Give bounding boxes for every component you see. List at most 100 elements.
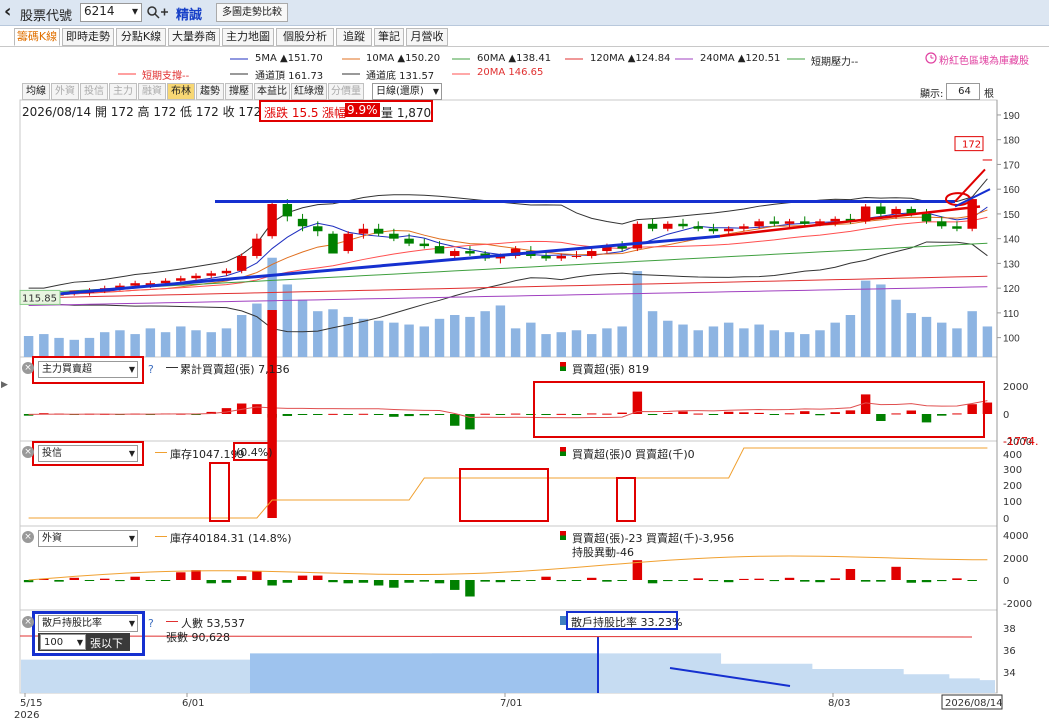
foreign-bar bbox=[495, 580, 506, 583]
search-add-icon[interactable] bbox=[146, 5, 170, 21]
chevron-down-icon[interactable]: ▼ bbox=[129, 362, 135, 377]
panel-close-icon[interactable]: × bbox=[22, 446, 34, 458]
tab-0[interactable]: 籌碼K線 bbox=[14, 28, 60, 46]
trust-select[interactable]: 投信 ▼ bbox=[38, 445, 138, 462]
trust-highlight-box-2 bbox=[459, 468, 549, 522]
foreign-bar bbox=[54, 580, 64, 582]
trust-inventory-pct: (0.4%) bbox=[236, 446, 273, 459]
ma240-line bbox=[28, 286, 988, 306]
foreign-net-swatch bbox=[560, 531, 566, 540]
stock-code-dropdown-icon[interactable]: ▾ bbox=[132, 4, 138, 19]
chevron-down-icon[interactable]: ▼ bbox=[433, 84, 439, 99]
tab-1[interactable]: 即時走勢 bbox=[62, 28, 114, 46]
foreign-bar bbox=[769, 580, 780, 582]
foreign-bar bbox=[617, 580, 627, 581]
panel-close-icon[interactable]: × bbox=[22, 616, 34, 628]
foreign-bar bbox=[815, 580, 825, 583]
axis-tick: 2000 bbox=[1003, 382, 1028, 393]
main-force-bar bbox=[373, 414, 384, 415]
foreign-bar bbox=[297, 575, 308, 580]
foreign-select[interactable]: 外資 ▼ bbox=[38, 530, 138, 547]
tab-3[interactable]: 大量券商 bbox=[168, 28, 220, 46]
main-force-select[interactable]: 主力買賣超 ▼ bbox=[38, 361, 138, 378]
chart-option-3[interactable]: 主力 bbox=[109, 83, 137, 100]
trust-net-label: 買賣超(張)0 買賣超(千)0 bbox=[572, 448, 695, 461]
volume-bar bbox=[617, 326, 627, 357]
foreign-swatch bbox=[155, 536, 167, 537]
candle-body bbox=[313, 226, 323, 232]
axis-tick: 100 bbox=[1003, 497, 1022, 508]
foreign-bar bbox=[69, 577, 79, 580]
back-icon[interactable]: ‹ bbox=[4, 1, 11, 22]
tab-6[interactable]: 追蹤 bbox=[336, 28, 372, 46]
compare-button[interactable]: 多圖走勢比較 bbox=[216, 3, 288, 22]
support-trendline bbox=[39, 234, 721, 298]
tab-8[interactable]: 月營收 bbox=[406, 28, 448, 46]
candle-body bbox=[297, 218, 308, 227]
help-icon: ? bbox=[148, 617, 154, 630]
candle-body bbox=[236, 255, 247, 271]
foreign-bar bbox=[221, 580, 232, 583]
tab-7[interactable]: 筆記 bbox=[374, 28, 404, 46]
chart-option-8[interactable]: 本益比 bbox=[254, 83, 290, 100]
collapse-arrow-icon[interactable]: ▶ bbox=[1, 380, 8, 390]
retail-threshold-select[interactable]: 100 ▼ bbox=[40, 634, 86, 650]
chart-option-9[interactable]: 紅綠燈 bbox=[291, 83, 327, 100]
stock-code-input[interactable]: 6214 ▾ bbox=[80, 3, 142, 22]
foreign-bar bbox=[404, 580, 414, 583]
price-tick: 190 bbox=[1003, 111, 1020, 122]
panel-frame-3 bbox=[19, 525, 998, 611]
candle-body bbox=[358, 228, 369, 234]
ma20-swatch bbox=[452, 73, 470, 75]
candle-body bbox=[586, 251, 597, 256]
retail-ratio-swatch bbox=[560, 616, 566, 625]
chart-option-4[interactable]: 融資 bbox=[138, 83, 166, 100]
period-select[interactable]: 日線(還原) ▼ bbox=[372, 83, 442, 100]
tab-4[interactable]: 主力地圖 bbox=[222, 28, 274, 46]
chart-option-5[interactable]: 布林 bbox=[167, 83, 195, 100]
chart-option-6[interactable]: 趨勢 bbox=[196, 83, 224, 100]
main-force-bar bbox=[389, 414, 399, 417]
retail-select[interactable]: 散戶持股比率 ▼ bbox=[38, 615, 138, 632]
chart-option-10[interactable]: 分價量 bbox=[328, 83, 364, 100]
volume-bar bbox=[723, 322, 734, 357]
panel-close-icon[interactable]: × bbox=[22, 362, 34, 374]
axis-tick: 38 bbox=[1003, 624, 1016, 635]
volume-bar bbox=[876, 284, 886, 357]
ma-legend: 5MA ▲151.70 10MA ▲150.20 60MA ▲138.41 12… bbox=[0, 48, 1049, 82]
chevron-down-icon[interactable]: ▼ bbox=[129, 446, 135, 461]
candle-body bbox=[739, 226, 749, 229]
candle-body bbox=[389, 233, 399, 239]
foreign-bar bbox=[845, 569, 856, 580]
volume-bar bbox=[891, 299, 901, 357]
display-count-input[interactable]: 64 bbox=[946, 83, 980, 100]
axis-tick: 0 bbox=[1003, 576, 1009, 587]
price-tick: 100 bbox=[1003, 334, 1020, 345]
chart-option-2[interactable]: 投信 bbox=[80, 83, 108, 100]
foreign-bar bbox=[541, 576, 551, 580]
volume-bar bbox=[526, 322, 536, 357]
chevron-down-icon[interactable]: ▼ bbox=[77, 635, 83, 650]
short-pressure-label: 短期壓力-- bbox=[811, 57, 859, 68]
volume-bar bbox=[678, 324, 688, 357]
chart-option-1[interactable]: 外資 bbox=[51, 83, 79, 100]
chart-option-7[interactable]: 撐壓 bbox=[225, 83, 253, 100]
volume-bar bbox=[450, 315, 460, 357]
foreign-bar bbox=[906, 580, 917, 583]
panel-close-icon[interactable]: × bbox=[22, 531, 34, 543]
quote-change: 漲跌 15.5 bbox=[264, 106, 319, 120]
tab-2[interactable]: 分點K線 bbox=[116, 28, 166, 46]
candle-body bbox=[176, 278, 186, 281]
trust-highlight-box-1 bbox=[209, 462, 230, 522]
foreign-bar bbox=[99, 578, 110, 580]
tab-5[interactable]: 個股分析 bbox=[276, 28, 334, 46]
chart-option-0[interactable]: 均線 bbox=[22, 83, 50, 100]
candle-body bbox=[252, 238, 262, 256]
candle-body bbox=[434, 246, 445, 254]
chevron-down-icon[interactable]: ▼ bbox=[129, 616, 135, 631]
axis-tick: 400 bbox=[1003, 450, 1022, 461]
chevron-down-icon[interactable]: ▼ bbox=[129, 531, 135, 546]
foreign-bar bbox=[358, 580, 369, 583]
candle-body bbox=[343, 233, 353, 252]
volume-bar bbox=[23, 336, 34, 357]
